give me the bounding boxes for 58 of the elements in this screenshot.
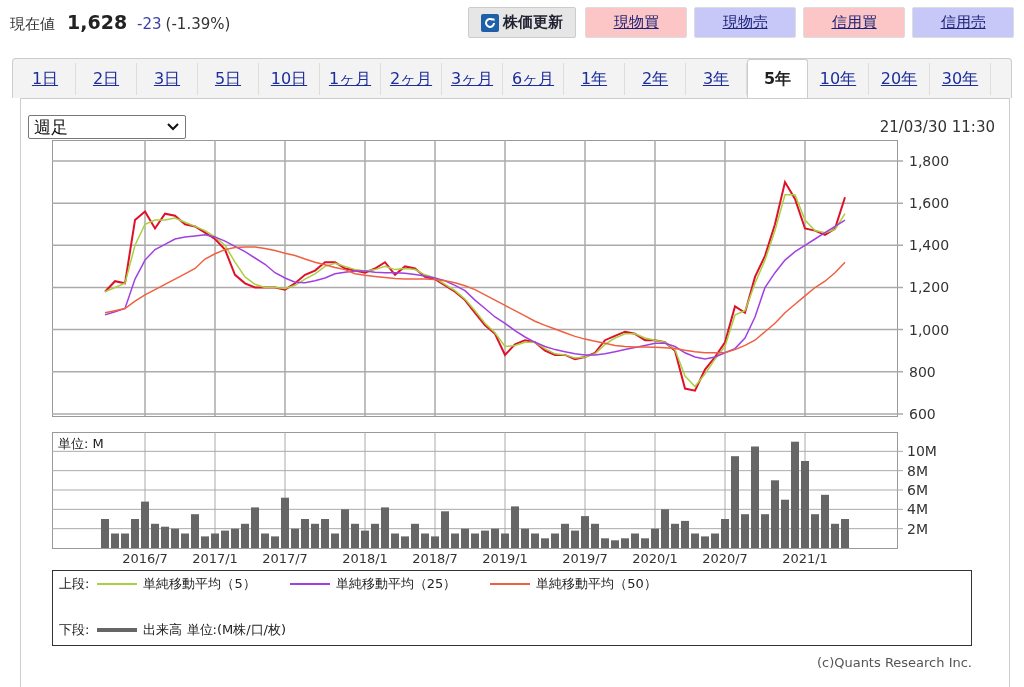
period-tab[interactable]: 30年 (930, 63, 991, 95)
axis-label: 600 (909, 405, 936, 422)
order-button[interactable]: 現物売 (694, 7, 796, 38)
period-tab[interactable]: 10年 (808, 63, 869, 95)
refresh-button[interactable]: 株価更新 (468, 7, 576, 38)
axis-label: 2020/1 (632, 551, 678, 566)
period-tab[interactable]: 3日 (137, 63, 198, 95)
axis-label: 2021/1 (782, 551, 828, 566)
axis-label: 6M (907, 482, 928, 498)
period-tab[interactable]: 6ヶ月 (503, 63, 564, 95)
legend-group-label: 下段: (59, 621, 90, 639)
legend-text: 出来高 単位:(M株/口/枚) (143, 621, 287, 639)
current-price-label: 現在値 (10, 15, 55, 34)
period-tab[interactable]: 1ヶ月 (320, 63, 381, 95)
period-tab[interactable]: 20年 (869, 63, 930, 95)
period-tab[interactable]: 5年 (747, 59, 808, 98)
period-tab[interactable]: 2年 (625, 63, 686, 95)
period-tab[interactable]: 1日 (15, 63, 76, 95)
current-price: 1,628 (67, 11, 128, 33)
timestamp: 21/03/30 11:30 (879, 118, 995, 136)
price-change: -23 (137, 15, 162, 33)
axis-label: 2019/7 (562, 551, 608, 566)
axis-label: 2016/7 (122, 551, 168, 566)
price-change-percent: (-1.39%) (165, 15, 231, 33)
axis-label: 1,600 (909, 195, 950, 212)
period-tab[interactable]: 2日 (76, 63, 137, 95)
legend-group-label: 上段: (59, 575, 90, 593)
axis-label: 2M (907, 520, 928, 537)
copyright-text: (c)Quants Research Inc. (815, 655, 972, 670)
legend-text: 単純移動平均（50） (536, 575, 657, 593)
unit-label: 単位: M (58, 436, 104, 451)
chevron-down-icon (167, 123, 179, 131)
interval-dropdown[interactable]: 週足 (28, 115, 186, 139)
period-tab[interactable]: 10日 (259, 63, 320, 95)
period-tab[interactable]: 3ヶ月 (442, 63, 503, 95)
order-button[interactable]: 信用売 (912, 7, 1014, 38)
axis-label: 2018/1 (342, 551, 388, 566)
order-button[interactable]: 現物買 (585, 7, 687, 38)
axis-label: 2020/7 (702, 551, 748, 566)
axis-label: 1,400 (909, 237, 950, 254)
axis-label: 10M (907, 443, 937, 460)
order-button[interactable]: 信用買 (803, 7, 905, 38)
period-tab[interactable]: 2ヶ月 (381, 63, 442, 95)
axis-label: 1,200 (909, 279, 950, 296)
axis-label: 1,800 (909, 153, 950, 170)
refresh-icon (481, 13, 499, 32)
legend-text: 単純移動平均（5） (143, 575, 256, 593)
period-tab[interactable]: 1年 (564, 63, 625, 95)
axis-label: 800 (909, 363, 936, 380)
axis-label: 8M (907, 462, 928, 479)
axis-label: 2017/1 (192, 551, 238, 566)
legend-text: 単純移動平均（25） (335, 575, 457, 593)
axis-label: 4M (907, 501, 928, 518)
axis-label: 2018/7 (412, 551, 458, 566)
axis-label: 1,000 (909, 321, 950, 338)
axis-label: 2019/1 (482, 551, 528, 566)
axis-label: 2017/7 (262, 551, 308, 566)
period-tab[interactable]: 5日 (198, 63, 259, 95)
